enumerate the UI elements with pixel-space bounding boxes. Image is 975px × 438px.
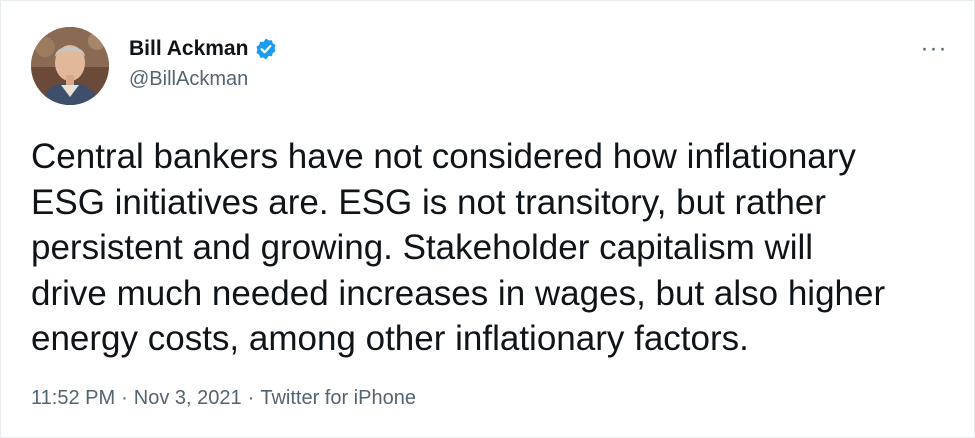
- meta-separator: ·: [121, 387, 128, 409]
- verified-badge-icon: [254, 37, 278, 61]
- author-handle[interactable]: @BillAckman: [129, 68, 278, 91]
- author-block: Bill Ackman @BillAckman: [129, 34, 278, 91]
- tweet-card: Bill Ackman @BillAckman ··· Central bank…: [0, 0, 975, 438]
- more-options-button[interactable]: ···: [916, 37, 952, 61]
- tweet-source[interactable]: Twitter for iPhone: [260, 387, 416, 410]
- name-row: Bill Ackman: [129, 34, 278, 64]
- tweet-time[interactable]: 11:52 PM: [31, 387, 115, 410]
- avatar[interactable]: [31, 27, 109, 105]
- meta-separator: ·: [247, 387, 255, 409]
- tweet-meta: 11:52 PM · Nov 3, 2021 · Twitter for iPh…: [31, 387, 416, 410]
- avatar-image: [31, 27, 109, 105]
- tweet-date[interactable]: Nov 3, 2021: [134, 387, 242, 410]
- author-display-name[interactable]: Bill Ackman: [129, 37, 248, 61]
- tweet-text: Central bankers have not considered how …: [31, 137, 886, 358]
- more-dots-icon: ···: [920, 35, 948, 62]
